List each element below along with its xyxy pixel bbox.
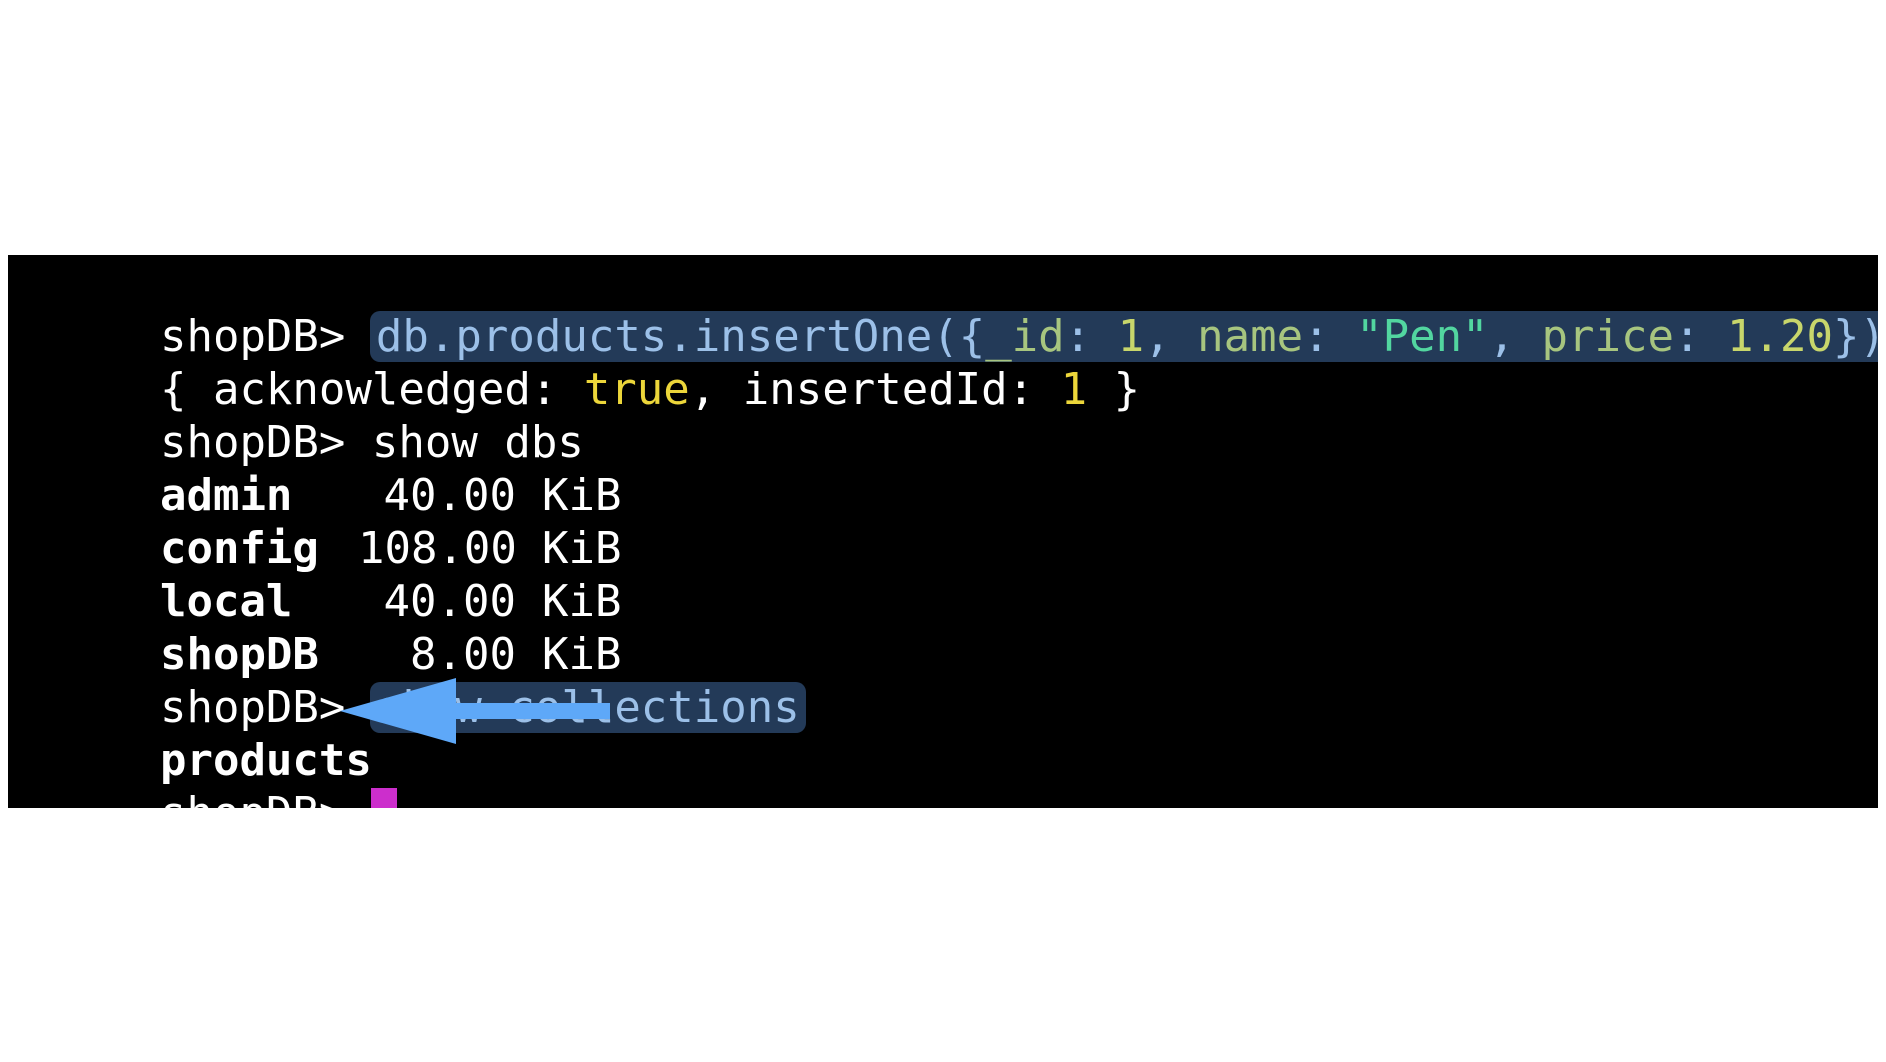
db-row: config 108.00 KiB	[54, 471, 621, 574]
result-mid: , insertedId:	[689, 364, 1061, 415]
show-dbs-line: shopDB> show dbs	[54, 365, 584, 468]
cursor	[371, 788, 398, 808]
prompt: shopDB>	[160, 788, 345, 808]
field-key-name: name	[1197, 311, 1304, 362]
insert-result-line: { acknowledged: true, insertedId: 1 }	[54, 312, 1140, 415]
terminal-window[interactable]: shopDB> db.products.insertOne({_id: 1, n…	[8, 255, 1878, 808]
result-close: }	[1087, 364, 1141, 415]
acknowledged-value: true	[583, 364, 690, 415]
insert-command-line: shopDB> db.products.insertOne({_id: 1, n…	[54, 259, 1878, 362]
arrow-left-icon	[340, 678, 610, 744]
field-value-price: 1.20	[1726, 311, 1833, 362]
field-value-name: "Pen"	[1356, 311, 1489, 362]
show-collections-line: shopDB> show collections	[54, 630, 806, 733]
collection-item: products	[54, 683, 372, 786]
separator: ,	[1488, 311, 1542, 362]
field-key-price: price	[1541, 311, 1674, 362]
colon: :	[1673, 311, 1727, 362]
inserted-id-value: 1	[1060, 364, 1088, 415]
colon: :	[1303, 311, 1357, 362]
db-row: local 40.00 KiB	[54, 524, 621, 627]
separator: ,	[1144, 311, 1198, 362]
db-row: shopDB 8.00 KiB	[54, 577, 621, 680]
db-row: admin 40.00 KiB	[54, 418, 621, 521]
arrow-shape	[340, 678, 610, 744]
command-close-brace: })	[1832, 311, 1878, 362]
